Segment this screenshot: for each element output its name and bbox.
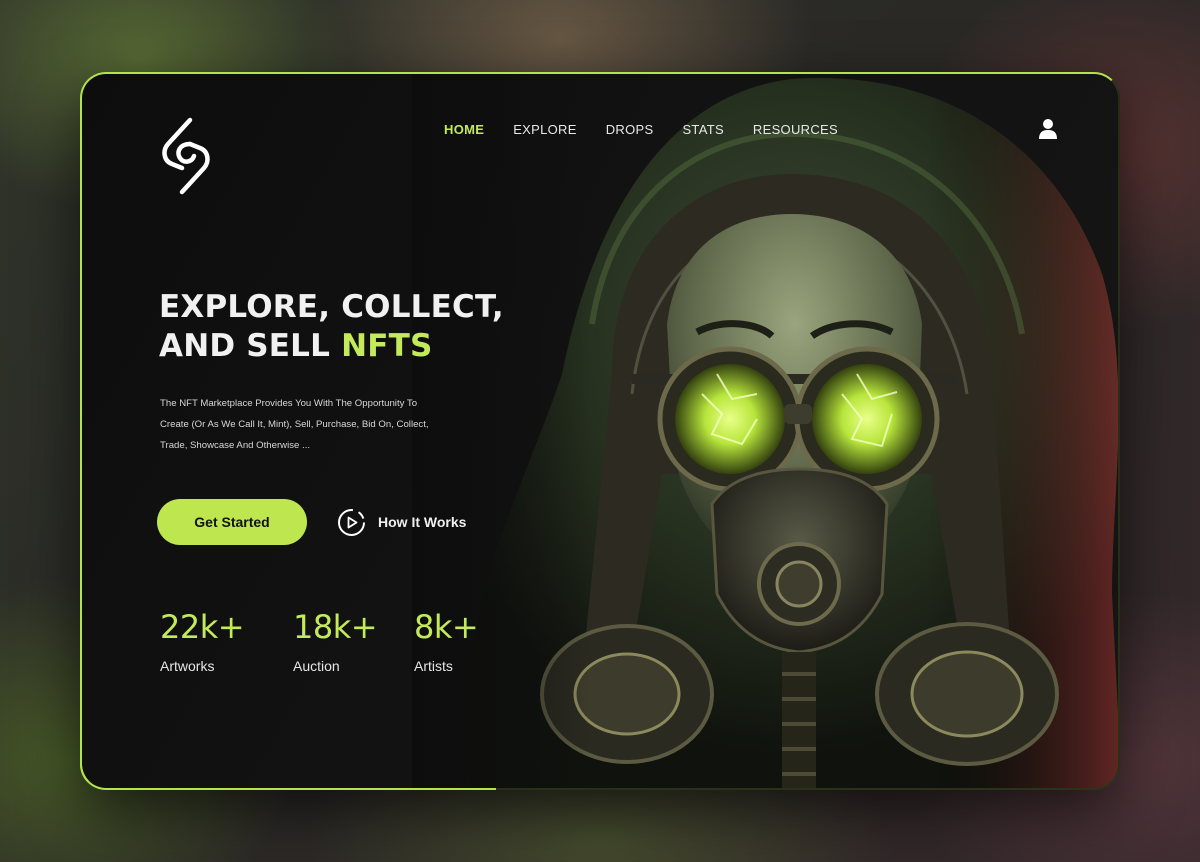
headline-accent: NFTS — [341, 328, 433, 364]
get-started-button[interactable]: Get Started — [157, 499, 307, 545]
headline-line-2-prefix: AND SELL — [159, 328, 342, 364]
nav-item-home[interactable]: HOME — [444, 122, 484, 137]
headline-line-1: EXPLORE, COLLECT, — [159, 289, 504, 325]
user-icon[interactable] — [1038, 118, 1058, 140]
headline-line-2: AND SELL NFTS — [159, 327, 504, 366]
hero-description: The NFT Marketplace Provides You With Th… — [160, 398, 429, 451]
stat-auction: 18k+ Auction — [293, 608, 378, 674]
stat-artworks: 22k+ Artworks — [160, 608, 245, 674]
stat-value: 8k+ — [414, 608, 479, 646]
nav-item-drops[interactable]: DROPS — [606, 122, 654, 137]
stat-label: Auction — [293, 658, 340, 674]
play-circle-icon — [338, 508, 365, 536]
nav-item-resources[interactable]: RESOURCES — [753, 122, 838, 137]
stat-artists: 8k+ Artists — [414, 608, 479, 674]
how-it-works-label: How It Works — [378, 514, 467, 530]
hero-headline: EXPLORE, COLLECT, AND SELL NFTS — [159, 288, 504, 366]
landing-card: HOME EXPLORE DROPS STATS RESOURCES EXPLO… — [80, 72, 1120, 790]
nav-item-explore[interactable]: EXPLORE — [513, 122, 577, 137]
hero-artwork-image — [412, 74, 1118, 788]
stat-label: Artworks — [160, 658, 215, 674]
stat-label: Artists — [414, 658, 453, 674]
main-nav: HOME EXPLORE DROPS STATS RESOURCES — [444, 122, 838, 137]
stat-value: 22k+ — [160, 608, 245, 646]
how-it-works-button[interactable]: How It Works — [337, 506, 466, 538]
nav-item-stats[interactable]: STATS — [682, 122, 723, 137]
stat-value: 18k+ — [293, 608, 378, 646]
brand-logo-icon[interactable] — [160, 116, 212, 196]
